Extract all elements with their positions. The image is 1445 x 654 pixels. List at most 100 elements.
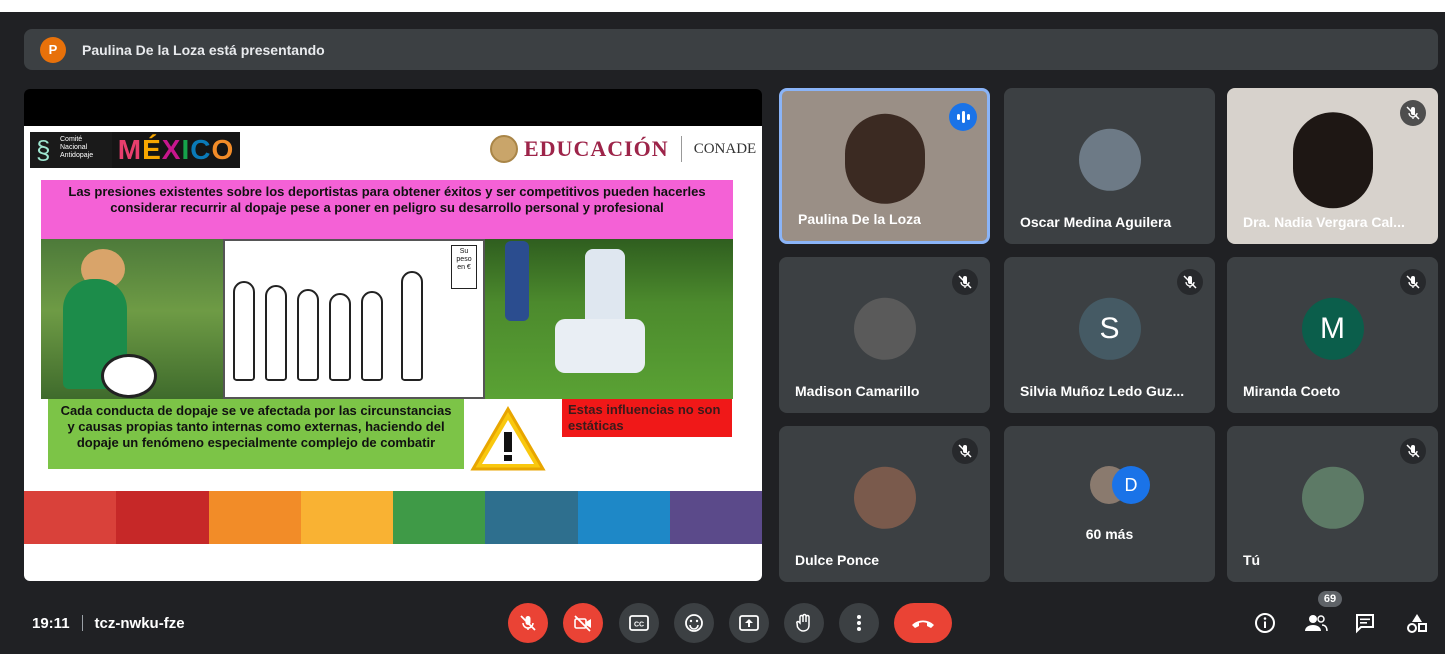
stripe-segment: [669, 491, 762, 544]
cartoon-figure: [329, 293, 351, 381]
mexico-logo: MÉXICO: [112, 132, 240, 168]
top-edge: [0, 0, 1445, 12]
color-stripe: [24, 491, 762, 544]
cartoon-bubble: Su peso en €: [451, 245, 477, 289]
participant-avatar: [853, 466, 916, 529]
chat-icon: [1356, 614, 1374, 634]
meeting-info: 19:11 tcz-nwku-fze: [32, 615, 185, 632]
captions-button[interactable]: CC: [619, 603, 659, 643]
participant-tile-silvia[interactable]: S Silvia Muñoz Ledo Guz...: [1004, 257, 1215, 413]
mic-off-icon: [520, 615, 536, 631]
cartoon-figure: [265, 285, 287, 381]
mic-off-icon: [952, 438, 978, 464]
participant-name: Tú: [1243, 552, 1261, 568]
participant-avatar: M: [1301, 297, 1364, 360]
svg-text:CC: CC: [634, 622, 644, 629]
cna-logo-icon: §: [36, 135, 51, 165]
people-button[interactable]: [1302, 609, 1330, 637]
leave-call-button[interactable]: [894, 603, 952, 643]
participant-tile-paulina[interactable]: Paulina De la Loza: [779, 88, 990, 244]
camera-off-icon: [574, 615, 591, 632]
chat-button[interactable]: [1351, 609, 1379, 637]
photo-shape: [555, 319, 645, 373]
hang-up-icon: [912, 620, 934, 628]
conade-text: CONADE: [693, 140, 757, 157]
present-now-button[interactable]: [729, 603, 769, 643]
participant-name: Dulce Ponce: [795, 552, 880, 568]
mexico-letter: X: [161, 134, 182, 165]
participant-avatar: [1078, 128, 1141, 191]
mic-off-icon: [1400, 438, 1426, 464]
cartoon-figure: [233, 281, 255, 381]
doping-cartoon: Su peso en €: [223, 239, 485, 399]
presenter-avatar: P: [40, 36, 66, 63]
participant-tile-nadia[interactable]: Dra. Nadia Vergara Cal...: [1227, 88, 1438, 244]
activities-icon: [1407, 614, 1427, 633]
speaking-indicator-icon: [949, 103, 977, 131]
educacion-conade-logo: EDUCACIÓN CONADE: [490, 134, 756, 164]
participant-tile-self[interactable]: Tú: [1227, 426, 1438, 582]
presenting-banner: P Paulina De la Loza está presentando: [24, 29, 1438, 70]
participant-video: [1292, 112, 1373, 209]
mic-off-icon: [952, 269, 978, 295]
red-text-box: Estas influencias no son estáticas: [562, 399, 732, 437]
raise-hand-button[interactable]: [784, 603, 824, 643]
people-count-badge: 69: [1318, 591, 1342, 607]
stripe-segment: [577, 491, 670, 544]
mexico-letter: C: [190, 134, 212, 165]
slide: § Comité Nacional Antidopaje MÉXICO EDUC…: [24, 126, 762, 581]
participant-tile-madison[interactable]: Madison Camarillo: [779, 257, 990, 413]
participant-name: Paulina De la Loza: [798, 211, 921, 227]
camera-toggle-button[interactable]: [563, 603, 603, 643]
girl-soccer-photo: [41, 239, 223, 399]
mexico-letter: M: [117, 134, 143, 165]
logo-divider: [680, 136, 682, 162]
meeting-code: tcz-nwku-fze: [94, 615, 185, 632]
participant-avatar: S: [1078, 297, 1141, 360]
cartoon-figure: [361, 291, 383, 381]
hand-icon: [796, 613, 810, 632]
reactions-button[interactable]: [674, 603, 714, 643]
participant-tile-miranda[interactable]: M Miranda Coeto: [1227, 257, 1438, 413]
mic-off-icon: [1400, 100, 1426, 126]
participant-name: Miranda Coeto: [1243, 383, 1341, 399]
participant-name: Madison Camarillo: [795, 383, 920, 399]
mexico-letter: I: [181, 134, 191, 165]
participant-avatar: [853, 297, 916, 360]
participant-tile-more[interactable]: D 60 más: [1004, 426, 1215, 582]
presenting-text: Paulina De la Loza está presentando: [82, 41, 325, 58]
pink-text-box: Las presiones existentes sobre los depor…: [41, 180, 733, 239]
meeting-details-button[interactable]: [1251, 609, 1279, 637]
info-icon: [1255, 613, 1275, 633]
stripe-segment: [208, 491, 301, 544]
captions-icon: CC: [629, 615, 649, 631]
stripe-segment: [393, 491, 486, 544]
more-participants-label: 60 más: [1085, 526, 1134, 542]
stripe-segment: [116, 491, 209, 544]
people-icon: [1305, 615, 1328, 632]
photo-shape: [505, 241, 529, 321]
mexico-letter: O: [211, 134, 235, 165]
participant-tile-oscar[interactable]: Oscar Medina Aguilera: [1004, 88, 1215, 244]
participant-name: Dra. Nadia Vergara Cal...: [1243, 214, 1405, 230]
emoji-icon: [685, 614, 703, 632]
more-vert-icon: [857, 615, 861, 631]
green-text-box: Cada conducta de dopaje se ve afectada p…: [48, 399, 464, 469]
more-options-button[interactable]: [839, 603, 879, 643]
participant-tile-dulce[interactable]: Dulce Ponce: [779, 426, 990, 582]
presentation-stage[interactable]: § Comité Nacional Antidopaje MÉXICO EDUC…: [24, 89, 762, 581]
cartoon-figure: [401, 271, 423, 381]
divider: [81, 615, 83, 631]
stripe-segment: [485, 491, 578, 544]
participant-name: Silvia Muñoz Ledo Guz...: [1020, 383, 1185, 399]
cna-logo: § Comité Nacional Antidopaje: [30, 132, 112, 168]
seal-icon: [490, 135, 518, 163]
activities-button[interactable]: [1403, 609, 1431, 637]
cna-logo-text: Comité Nacional Antidopaje: [60, 136, 94, 159]
mic-off-icon: [1177, 269, 1203, 295]
stripe-segment: [300, 491, 393, 544]
mic-off-icon: [1400, 269, 1426, 295]
mic-toggle-button[interactable]: [508, 603, 548, 643]
cartoon-figure: [297, 289, 319, 381]
participant-avatar: D: [1112, 466, 1150, 504]
